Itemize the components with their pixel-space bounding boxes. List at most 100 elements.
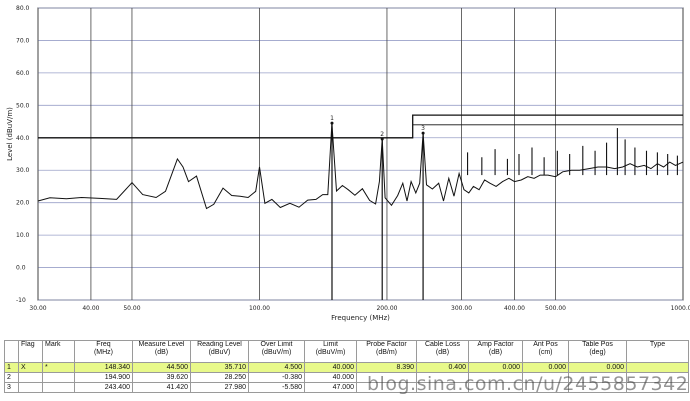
table-cell: 41.420 [132,382,191,393]
table-row[interactable]: 2 194.900 39.620 28.250 -0.380 40.000 [4,372,689,383]
marker-label: 1 [330,115,334,122]
table-cell [18,372,43,383]
column-header[interactable]: Amp Factor (dB) [468,340,523,363]
measurement-table: Flag Mark Freq (MHz) Measure Level (dB) Readin… [4,340,689,393]
column-header-title: Probe Factor [366,341,407,349]
column-header-title: Reading Level [197,341,242,349]
column-header-title: Table Pos [582,341,613,349]
chart-grid [37,7,684,301]
column-header-title: Cable Loss [424,341,461,349]
table-cell: 243.400 [74,382,133,393]
table-cell [522,372,569,383]
column-header[interactable]: Table Pos (deg) [568,340,627,363]
x-tick-label: 500.00 [545,305,566,312]
column-header[interactable]: Over Limit (dBuV/m) [248,340,305,363]
table-cell: 39.620 [132,372,191,383]
table-cell: 0.000 [522,362,569,373]
column-header[interactable]: Limit (dBuV/m) [304,340,357,363]
table-cell: 27.980 [190,382,249,393]
table-cell: 0.400 [416,362,469,373]
table-cell [356,382,417,393]
y-tick-label: 80.0 [16,5,30,12]
table-cell [626,362,689,373]
table-cell [416,382,469,393]
y-tick-label: 60.0 [16,70,30,77]
column-header-title: Type [649,341,666,349]
table-row[interactable]: 1 X * 148.340 44.500 35.710 4.500 40.000 8.390 0.… [4,362,689,373]
table-cell: 0.000 [468,362,523,373]
column-header[interactable]: Mark [42,340,75,363]
column-header-title: Measure Level [138,341,185,349]
table-cell: -0.380 [248,372,305,383]
x-tick-label: 200.00 [376,305,397,312]
column-header[interactable]: Type [626,340,689,363]
column-header-title: Amp Factor [477,341,514,349]
y-tick-label: 20.0 [16,200,30,207]
column-header[interactable]: Measure Level (dB) [132,340,191,363]
x-tick-label: 400.00 [504,305,525,312]
table-cell: -5.580 [248,382,305,393]
table-cell: 44.500 [132,362,191,373]
x-tick-label: 1000.00 [671,305,690,312]
column-header[interactable]: Reading Level (dBuV) [190,340,249,363]
table-cell: * [42,362,75,373]
column-header-title: Mark [45,341,61,349]
plot-area [37,7,684,301]
table-row[interactable]: 3 243.400 41.420 27.980 -5.580 47.000 [4,382,689,393]
column-header-unit: (dB) [154,349,169,356]
column-header-unit: (dBuV/m) [315,349,346,356]
column-header-unit: (cm) [538,349,553,356]
y-tick-label: 70.0 [16,37,30,44]
table-cell [18,382,43,393]
marker-label: 3 [421,125,425,132]
column-header-title: Limit [323,341,338,349]
column-header-unit: (dB) [435,349,450,356]
table-cell: 0.000 [568,362,627,373]
y-tick-label: 40.0 [16,135,30,142]
column-header[interactable]: Flag [18,340,43,363]
table-cell [416,372,469,383]
table-cell [626,372,689,383]
column-header-title: Over Limit [260,341,293,349]
y-tick-label: -10 [16,297,26,304]
column-header-unit: (dB) [488,349,503,356]
x-tick-label: 100.00 [249,305,270,312]
column-header[interactable]: Probe Factor (dB/m) [356,340,417,363]
column-header[interactable] [4,340,19,363]
column-header-title: Freq [96,341,111,349]
column-header[interactable]: Cable Loss (dB) [416,340,469,363]
column-header-unit: (dBuV) [208,349,231,356]
x-tick-label: 300.00 [451,305,472,312]
table-header-row: Flag Mark Freq (MHz) Measure Level (dB) Readin… [4,340,689,363]
column-header-unit: (MHz) [93,349,114,356]
table-cell [568,382,627,393]
marker-label: 2 [380,131,384,138]
column-header-unit: (deg) [589,349,606,356]
column-header[interactable]: Freq (MHz) [74,340,133,363]
table-cell [626,382,689,393]
table-cell: 35.710 [190,362,249,373]
table-cell: 4.500 [248,362,305,373]
y-tick-label: 30.0 [16,167,30,174]
table-cell: 40.000 [304,362,357,373]
table-cell [568,372,627,383]
column-header-title: Flag [21,341,35,349]
table-cell [356,372,417,383]
y-tick-labels: -10 0.0 10.0 20.0 30.0 40.0 50.0 60.0 70.0 80.0 [16,5,30,304]
table-cell: 194.900 [74,372,133,383]
y-axis-label: Level (dBuV/m) [6,107,14,161]
table-cell: 148.340 [74,362,133,373]
table-cell [42,382,75,393]
table-cell: 28.250 [190,372,249,383]
x-tick-labels: 30.00 40.00 50.00 100.00 200.00 300.00 400.00 5… [29,305,690,312]
column-header-unit: (dBuV/m) [261,349,292,356]
x-axis-label: Frequency (MHz) [331,314,390,322]
column-header-title: Ant Pos [533,341,558,349]
column-header[interactable]: Ant Pos (cm) [522,340,569,363]
table-cell [468,372,523,383]
table-cell [42,372,75,383]
y-tick-label: 0.0 [16,265,26,272]
x-tick-label: 40.00 [82,305,99,312]
column-header-unit: (dB/m) [376,349,397,356]
table-cell: 1 [4,362,19,373]
